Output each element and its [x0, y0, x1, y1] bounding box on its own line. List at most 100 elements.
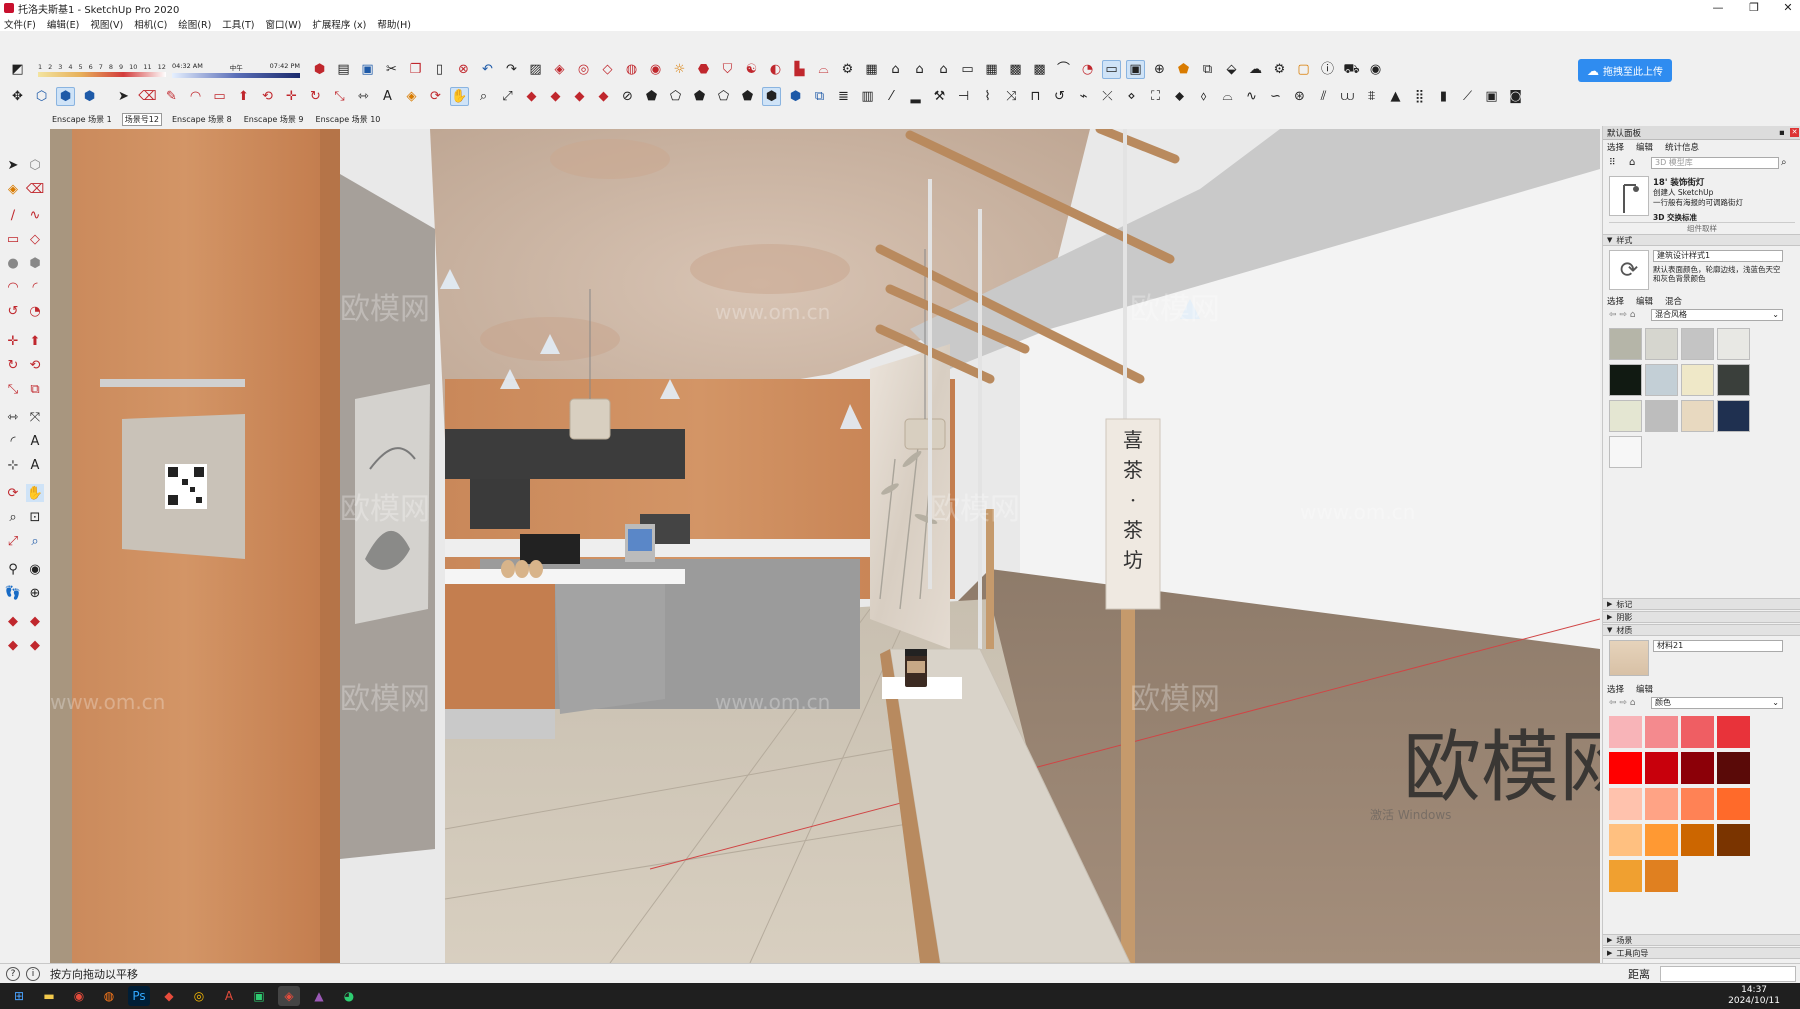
plugin-w-icon[interactable]: ↺	[1050, 87, 1069, 106]
zoom-extents-tool-icon[interactable]: ⤢	[4, 532, 22, 550]
materials-nav-icon[interactable]: ⇦ ⇨ ⌂	[1609, 698, 1636, 708]
front-view-icon[interactable]: ⬢	[80, 87, 99, 106]
home-icon[interactable]: ⌂	[886, 60, 905, 79]
look-around-icon[interactable]: ◉	[26, 560, 44, 578]
style-d-icon[interactable]: ⬠	[714, 87, 733, 106]
taskbar-clock[interactable]: 14:37 2024/10/11	[1728, 985, 1780, 1007]
firefox-icon[interactable]: ◍	[98, 986, 120, 1006]
color-swatch[interactable]	[1681, 788, 1714, 820]
arch-icon[interactable]: ⌒	[1054, 60, 1073, 79]
paint-bucket-icon[interactable]: ◈	[402, 87, 421, 106]
style-g-icon[interactable]: ⬢	[786, 87, 805, 106]
plugin-ab-icon[interactable]: ⬥	[1170, 87, 1189, 106]
taskbar-app-red-icon[interactable]: ◉	[68, 986, 90, 1006]
sandbox-a-icon[interactable]: ◆	[522, 87, 541, 106]
section-plane-icon[interactable]: ⊕	[26, 584, 44, 602]
plugin-v-icon[interactable]: ⊓	[1026, 87, 1045, 106]
scene-tab-1[interactable]: Enscape 场景 1	[50, 114, 114, 125]
minimize-button[interactable]: —	[1700, 0, 1736, 16]
style-thumbnail[interactable]	[1717, 400, 1750, 432]
plugin-e-icon[interactable]: ⬣	[694, 60, 713, 79]
panel-close-icon[interactable]: ✕	[1790, 128, 1799, 137]
followme-tool-icon[interactable]: ⟲	[26, 356, 44, 374]
pie-tool-icon[interactable]: ◔	[26, 302, 44, 320]
zoom-window-icon[interactable]: ⊡	[26, 508, 44, 526]
scene-tab-3[interactable]: Enscape 场景 8	[170, 114, 234, 125]
plugin-x-icon[interactable]: ⌁	[1074, 87, 1093, 106]
style-thumbnail[interactable]	[1681, 364, 1714, 396]
redo-icon[interactable]: ↷	[502, 60, 521, 79]
plugin-ai-icon[interactable]: ⩊	[1338, 87, 1357, 106]
plugin-j-icon[interactable]: ⚙	[838, 60, 857, 79]
tags-section-header[interactable]: ▶ 标记	[1603, 598, 1800, 610]
components-tab-select[interactable]: 选择	[1607, 141, 1624, 153]
instructor-section-header[interactable]: ▶ 工具向导	[1603, 947, 1800, 959]
light-icon[interactable]: ☼	[670, 60, 689, 79]
line-draw-icon[interactable]: ∕	[4, 206, 22, 224]
house-icon[interactable]: ⌂	[910, 60, 929, 79]
scenes-section-header[interactable]: ▶ 场景	[1603, 934, 1800, 946]
style-a-icon[interactable]: ⬟	[642, 87, 661, 106]
shield-icon[interactable]: ⛉	[718, 60, 737, 79]
plugin-r-icon[interactable]: ⚒	[930, 87, 949, 106]
wall-icon[interactable]: ▥	[858, 87, 877, 106]
materials-tab-select[interactable]: 选择	[1607, 683, 1624, 695]
color-swatch[interactable]	[1681, 716, 1714, 748]
plugin-h-icon[interactable]: ▙	[790, 60, 809, 79]
tape-measure-icon[interactable]: ⇿	[354, 87, 373, 106]
copy-icon[interactable]: ❐	[406, 60, 425, 79]
rect-tool-icon[interactable]: ▭	[4, 230, 22, 248]
color-swatch[interactable]	[1645, 752, 1678, 784]
scene-tab-4[interactable]: Enscape 场景 9	[242, 114, 306, 125]
eraser-tool-icon[interactable]: ⌫	[26, 180, 44, 198]
color-swatch[interactable]	[1609, 824, 1642, 856]
erase-icon[interactable]: ⊗	[454, 60, 473, 79]
plugin-ao-icon[interactable]: ▣	[1482, 87, 1501, 106]
move-view-icon[interactable]: ✥	[8, 87, 27, 106]
top-view-icon[interactable]: ⬢	[56, 87, 75, 106]
menu-draw[interactable]: 绘图(R)	[178, 17, 211, 31]
house-outline-icon[interactable]: ⌂	[934, 60, 953, 79]
plugin-a-icon[interactable]: ◎	[574, 60, 593, 79]
style-thumbnail[interactable]	[1609, 400, 1642, 432]
plugin-aa-icon[interactable]: ⛶	[1146, 87, 1165, 106]
shadows-section-header[interactable]: ▶ 阴影	[1603, 611, 1800, 623]
materials-section-header[interactable]: ▼ 材质	[1603, 624, 1800, 636]
style-name-field[interactable]: 建筑设计样式1	[1653, 250, 1783, 262]
color-swatch[interactable]	[1717, 716, 1750, 748]
scene-tab-5[interactable]: Enscape 场景 10	[314, 114, 383, 125]
rectangle-icon[interactable]: ▭	[210, 87, 229, 106]
style-f-icon[interactable]: ⬢	[762, 87, 781, 106]
view-mode-a-icon[interactable]: ▭	[1102, 60, 1121, 79]
close-button[interactable]: ✕	[1770, 0, 1800, 16]
push-pull-icon[interactable]: ⬆	[234, 87, 253, 106]
warehouse-icon[interactable]: ▭	[958, 60, 977, 79]
settings-icon[interactable]: ⚙	[1270, 60, 1289, 79]
style-thumbnail[interactable]	[1645, 328, 1678, 360]
styles-section-header[interactable]: ▼ 样式	[1603, 234, 1800, 246]
photoshop-icon[interactable]: Ps	[128, 986, 150, 1006]
components-home-icon[interactable]: ⌂	[1629, 157, 1635, 168]
plugin-ag-icon[interactable]: ⊛	[1290, 87, 1309, 106]
enscape-start-icon[interactable]: ⬢	[310, 60, 329, 79]
start-button-icon[interactable]: ⊞	[8, 986, 30, 1006]
plugin-t-icon[interactable]: ⌇	[978, 87, 997, 106]
plugin-k-icon[interactable]: ▩	[1006, 60, 1025, 79]
sandbox-d-icon[interactable]: ◆	[594, 87, 613, 106]
style-thumbnail[interactable]	[1681, 328, 1714, 360]
cloud-icon[interactable]: ☁	[1246, 60, 1265, 79]
scale-tool-icon[interactable]: ⤡	[4, 380, 22, 398]
sandbox-b-icon[interactable]: ◆	[546, 87, 565, 106]
plugin-p-icon[interactable]: ⬙	[1222, 60, 1241, 79]
sandbox-stamp-icon[interactable]: ◆	[26, 636, 44, 654]
plugin-q-icon[interactable]: ⧉	[810, 87, 829, 106]
menu-extensions[interactable]: 扩展程序 (x)	[312, 17, 366, 31]
menu-tools[interactable]: 工具(T)	[222, 17, 254, 31]
position-camera-icon[interactable]: ⚲	[4, 560, 22, 578]
line-tool-icon[interactable]: ⁄	[882, 87, 901, 106]
circle-tool-icon[interactable]: ●	[4, 254, 22, 272]
plugin-ap-icon[interactable]: ◙	[1506, 87, 1525, 106]
style-thumbnail[interactable]	[1609, 364, 1642, 396]
color-swatch[interactable]	[1645, 824, 1678, 856]
color-swatch[interactable]	[1609, 860, 1642, 892]
